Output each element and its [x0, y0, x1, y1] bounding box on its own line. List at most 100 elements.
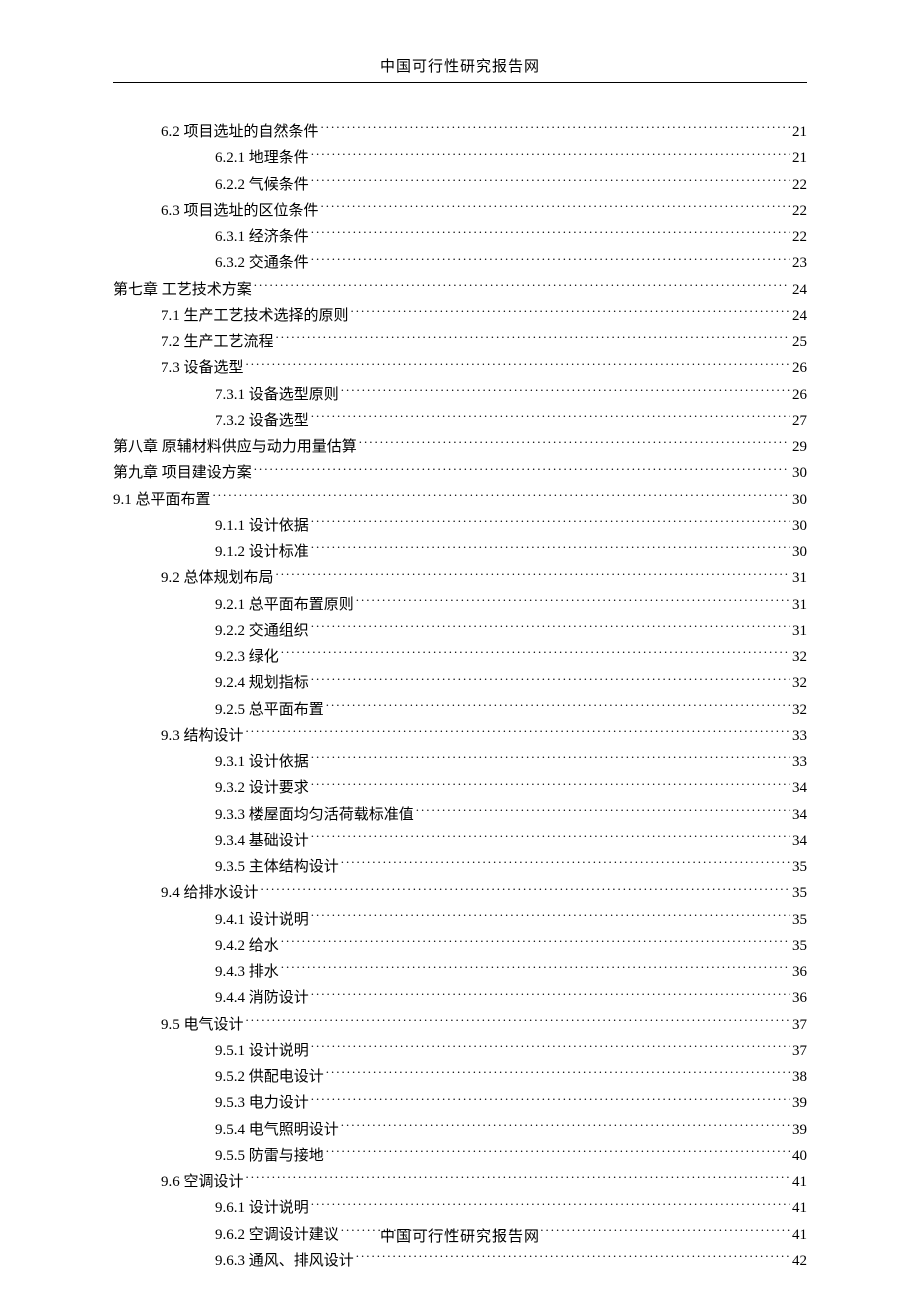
toc-entry: 6.2.1 地理条件21 [113, 145, 807, 171]
toc-label: 9.6.1 设计说明 [215, 1195, 309, 1221]
toc-entry: 9.4.3 排水36 [113, 959, 807, 985]
toc-entry: 6.3.2 交通条件23 [113, 250, 807, 276]
toc-page-number: 23 [792, 250, 807, 276]
toc-entry: 9.5.1 设计说明37 [113, 1038, 807, 1064]
toc-entry: 9.5.4 电气照明设计 39 [113, 1117, 807, 1143]
toc-label: 7.1 生产工艺技术选择的原则 [161, 303, 349, 329]
toc-page-number: 35 [792, 880, 807, 906]
toc-entry: 7.3.2 设备选型 27 [113, 408, 807, 434]
toc-leader-dots [311, 777, 790, 792]
toc-label: 9.2.4 规划指标 [215, 670, 309, 696]
toc-label: 9.5.4 电气照明设计 [215, 1117, 339, 1143]
toc-leader-dots [246, 357, 790, 372]
toc-page-number: 27 [792, 408, 807, 434]
toc-leader-dots [311, 909, 790, 924]
toc-page-number: 40 [792, 1143, 807, 1169]
toc-entry: 6.2.2 气候条件22 [113, 172, 807, 198]
toc-leader-dots [281, 961, 790, 976]
toc-leader-dots [311, 830, 790, 845]
toc-leader-dots [311, 174, 790, 189]
toc-entry: 9.3.1 设计依据33 [113, 749, 807, 775]
toc-label: 9.1.2 设计标准 [215, 539, 309, 565]
toc-entry: 9.5.2 供配电设计38 [113, 1064, 807, 1090]
toc-label: 9.2 总体规划布局 [161, 565, 274, 591]
toc-entry: 第七章 工艺技术方案24 [113, 277, 807, 303]
toc-page-number: 31 [792, 618, 807, 644]
toc-entry: 6.2 项目选址的自然条件21 [113, 119, 807, 145]
toc-page-number: 32 [792, 644, 807, 670]
toc-label: 9.3.5 主体结构设计 [215, 854, 339, 880]
toc-entry: 第八章 原辅材料供应与动力用量估算 29 [113, 434, 807, 460]
toc-entry: 7.3 设备选型26 [113, 355, 807, 381]
toc-entry: 9.2.3 绿化 32 [113, 644, 807, 670]
toc-page-number: 35 [792, 907, 807, 933]
toc-page-number: 29 [792, 434, 807, 460]
toc-label: 第八章 原辅材料供应与动力用量估算 [113, 434, 357, 460]
toc-page-number: 35 [792, 933, 807, 959]
toc-label: 9.4.4 消防设计 [215, 985, 309, 1011]
toc-label: 9.3.4 基础设计 [215, 828, 309, 854]
toc-entry: 9.2.4 规划指标32 [113, 670, 807, 696]
toc-leader-dots [311, 252, 790, 267]
toc-entry: 9.2.2 交通组织31 [113, 618, 807, 644]
page-header: 中国可行性研究报告网 [113, 55, 807, 83]
toc-leader-dots [254, 462, 790, 477]
toc-page-number: 26 [792, 382, 807, 408]
toc-leader-dots [246, 1171, 790, 1186]
toc-page-number: 38 [792, 1064, 807, 1090]
toc-label: 7.3.2 设备选型 [215, 408, 309, 434]
toc-label: 9.2.3 绿化 [215, 644, 279, 670]
toc-label: 9.4 给排水设计 [161, 880, 259, 906]
toc-page-number: 33 [792, 749, 807, 775]
toc-entry: 9.4.4 消防设计36 [113, 985, 807, 1011]
toc-label: 9.3.3 楼屋面均匀活荷载标准值 [215, 802, 414, 828]
toc-entry: 9.3 结构设计33 [113, 723, 807, 749]
toc-label: 9.5.1 设计说明 [215, 1038, 309, 1064]
toc-leader-dots [356, 594, 790, 609]
toc-label: 9.2.1 总平面布置原则 [215, 592, 354, 618]
toc-entry: 9.3.3 楼屋面均匀活荷载标准值34 [113, 802, 807, 828]
toc-label: 9.5 电气设计 [161, 1012, 244, 1038]
toc-entry: 7.2 生产工艺流程25 [113, 329, 807, 355]
toc-entry: 9.6.3 通风、排风设计 42 [113, 1248, 807, 1274]
toc-label: 9.1.1 设计依据 [215, 513, 309, 539]
toc-page-number: 21 [792, 145, 807, 171]
toc-entry: 9.3.5 主体结构设计35 [113, 854, 807, 880]
toc-label: 第九章 项目建设方案 [113, 460, 252, 486]
toc-label: 6.3 项目选址的区位条件 [161, 198, 319, 224]
toc-leader-dots [311, 1092, 790, 1107]
toc-page-number: 36 [792, 959, 807, 985]
toc-page-number: 41 [792, 1169, 807, 1195]
toc-leader-dots [311, 1197, 790, 1212]
toc-leader-dots [351, 305, 790, 320]
toc-page-number: 30 [792, 460, 807, 486]
toc-leader-dots [246, 725, 790, 740]
toc-leader-dots [311, 515, 790, 530]
toc-leader-dots [261, 882, 790, 897]
toc-label: 9.5.5 防雷与接地 [215, 1143, 324, 1169]
toc-leader-dots [356, 1250, 790, 1265]
toc-label: 6.2.2 气候条件 [215, 172, 309, 198]
toc-label: 9.4.2 给水 [215, 933, 279, 959]
toc-page-number: 33 [792, 723, 807, 749]
table-of-contents: 6.2 项目选址的自然条件216.2.1 地理条件216.2.2 气候条件226… [113, 119, 807, 1274]
toc-leader-dots [326, 699, 790, 714]
toc-page-number: 39 [792, 1090, 807, 1116]
toc-leader-dots [311, 751, 790, 766]
toc-page-number: 30 [792, 487, 807, 513]
toc-entry: 9.2 总体规划布局31 [113, 565, 807, 591]
toc-leader-dots [276, 331, 790, 346]
toc-leader-dots [311, 410, 790, 425]
toc-entry: 9.4.1 设计说明35 [113, 907, 807, 933]
toc-leader-dots [311, 987, 790, 1002]
toc-label: 9.6.3 通风、排风设计 [215, 1248, 354, 1274]
toc-entry: 7.3.1 设备选型原则26 [113, 382, 807, 408]
toc-label: 9.6 空调设计 [161, 1169, 244, 1195]
toc-page-number: 30 [792, 539, 807, 565]
toc-page-number: 34 [792, 828, 807, 854]
toc-entry: 9.4.2 给水 35 [113, 933, 807, 959]
toc-page-number: 39 [792, 1117, 807, 1143]
toc-page-number: 42 [792, 1248, 807, 1274]
toc-entry: 9.6.1 设计说明41 [113, 1195, 807, 1221]
toc-leader-dots [321, 200, 790, 215]
